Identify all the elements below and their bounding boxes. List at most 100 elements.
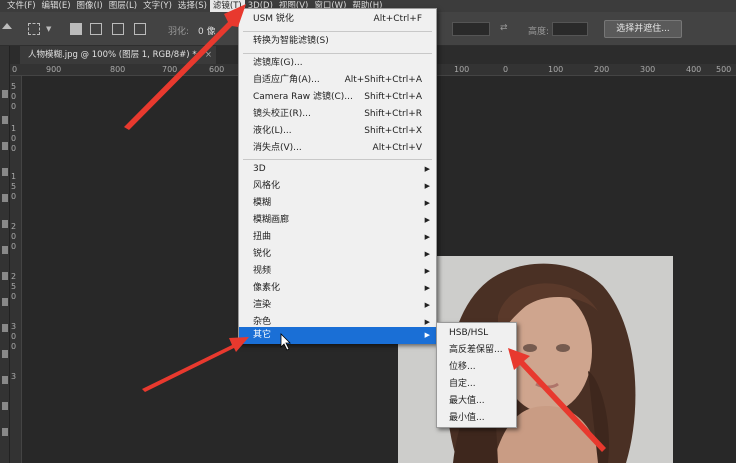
menu-item-sharpen[interactable]: 锐化 ▶ [239, 246, 436, 263]
menu-type[interactable]: 文字(Y) [140, 0, 175, 12]
ruler-tick: 3 [11, 372, 17, 381]
menu-item-label: 转换为智能滤镜(S) [253, 36, 329, 46]
menu-item-vanishing-point[interactable]: 消失点(V)... Alt+Ctrl+V [239, 140, 436, 157]
document-tab-title: 人物模糊.jpg @ 100% (图层 1, RGB/8#) * [28, 50, 197, 60]
menu-separator [243, 31, 432, 32]
chevron-down-icon[interactable]: ▼ [46, 25, 51, 33]
height-field[interactable] [552, 22, 588, 36]
ruler-tick: 0 [11, 292, 17, 301]
menu-edit[interactable]: 编辑(E) [39, 0, 74, 12]
menu-item-pixelate[interactable]: 像素化 ▶ [239, 280, 436, 297]
ruler-tick: 0 [11, 134, 17, 143]
submenu-item-maximum[interactable]: 最大值... [437, 393, 516, 410]
eraser-tool-icon[interactable] [2, 350, 8, 358]
menu-item-distort[interactable]: 扭曲 ▶ [239, 229, 436, 246]
subtract-selection-icon[interactable] [112, 23, 124, 35]
ruler-tick: 900 [46, 65, 62, 74]
submenu-arrow-icon: ▶ [424, 199, 430, 207]
vertical-ruler[interactable]: 5 0 0 1 0 0 1 5 0 2 0 0 2 5 0 3 0 0 3 [10, 76, 22, 463]
add-selection-icon[interactable] [90, 23, 102, 35]
ruler-tick: 300 [640, 65, 656, 74]
menu-item-filter-gallery[interactable]: 滤镜库(G)... [239, 55, 436, 72]
ruler-tick: 0 [11, 342, 17, 351]
menu-item-label: 风格化 [253, 181, 281, 191]
submenu-item-hsb-hsl[interactable]: HSB/HSL [437, 325, 516, 342]
dodge-tool-icon[interactable] [2, 428, 8, 436]
submenu-item-minimum[interactable]: 最小值... [437, 410, 516, 427]
menu-item-adaptive-wide-angle[interactable]: 自适应广角(A)... Alt+Shift+Ctrl+A [239, 72, 436, 89]
menu-select[interactable]: 选择(S) [175, 0, 210, 12]
healing-tool-icon[interactable] [2, 246, 8, 254]
menu-item-blur-gallery[interactable]: 模糊画廊 ▶ [239, 212, 436, 229]
menu-item-label: 渲染 [253, 300, 272, 310]
close-icon[interactable]: × [205, 46, 212, 64]
menu-item-shortcut: Shift+Ctrl+A [364, 92, 422, 102]
ruler-tick: 2 [11, 222, 17, 231]
menu-item-usm-sharpen[interactable]: USM 锐化 Alt+Ctrl+F [239, 11, 436, 28]
brush-tool-icon[interactable] [2, 272, 8, 280]
menu-item-label: 扭曲 [253, 232, 272, 242]
ruler-tick: 700 [162, 65, 178, 74]
crop-tool-icon[interactable] [2, 194, 8, 202]
menu-item-shortcut: Alt+Ctrl+V [372, 143, 422, 153]
move-tool-icon[interactable] [2, 90, 8, 98]
history-brush-tool-icon[interactable] [2, 324, 8, 332]
gradient-tool-icon[interactable] [2, 376, 8, 384]
width-field[interactable] [452, 22, 490, 36]
menu-item-lens-correction[interactable]: 镜头校正(R)... Shift+Ctrl+R [239, 106, 436, 123]
ruler-tick: 0 [11, 192, 17, 201]
menu-image[interactable]: 图像(I) [74, 0, 106, 12]
marquee-tool-icon[interactable] [28, 23, 40, 35]
menu-item-blur[interactable]: 模糊 ▶ [239, 195, 436, 212]
intersect-selection-icon[interactable] [134, 23, 146, 35]
select-and-mask-button[interactable]: 选择并遮住... [604, 20, 682, 38]
menu-item-label: 消失点(V)... [253, 143, 302, 153]
menu-item-shortcut: Shift+Ctrl+X [364, 126, 422, 136]
ruler-tick: 200 [594, 65, 610, 74]
menu-item-label: 其它 [253, 330, 272, 340]
menu-item-label: 像素化 [253, 283, 281, 293]
ruler-tick: 0 [11, 232, 17, 241]
menu-item-liquify[interactable]: 液化(L)... Shift+Ctrl+X [239, 123, 436, 140]
ruler-tick: 0 [503, 65, 509, 74]
menu-item-render[interactable]: 渲染 ▶ [239, 297, 436, 314]
submenu-item-custom[interactable]: 自定... [437, 376, 516, 393]
ruler-tick: 0 [11, 92, 17, 101]
feather-field[interactable]: 0 像 [198, 24, 216, 37]
ruler-tick: 0 [12, 65, 18, 74]
menu-item-camera-raw[interactable]: Camera Raw 滤镜(C)... Shift+Ctrl+A [239, 89, 436, 106]
menu-item-label: 滤镜库(G)... [253, 58, 303, 68]
new-selection-icon[interactable] [70, 23, 82, 35]
lasso-tool-icon[interactable] [2, 142, 8, 150]
menu-item-shortcut: Alt+Ctrl+F [373, 14, 422, 24]
document-tab[interactable]: 人物模糊.jpg @ 100% (图层 1, RGB/8#) * × [20, 46, 216, 64]
submenu-arrow-icon: ▶ [424, 250, 430, 258]
menu-item-convert-smart-filters[interactable]: 转换为智能滤镜(S) [239, 33, 436, 50]
menu-item-label: 模糊 [253, 198, 272, 208]
submenu-arrow-icon: ▶ [424, 331, 430, 339]
menu-item-shortcut: Shift+Ctrl+R [364, 109, 422, 119]
menu-item-label: USM 锐化 [253, 14, 294, 24]
stamp-tool-icon[interactable] [2, 298, 8, 306]
ruler-tick: 1 [11, 124, 17, 133]
menu-layer[interactable]: 图层(L) [106, 0, 140, 12]
blur-tool-icon[interactable] [2, 402, 8, 410]
menu-file[interactable]: 文件(F) [4, 0, 39, 12]
menu-item-label: 镜头校正(R)... [253, 109, 311, 119]
height-label: 高度: [528, 27, 550, 37]
menu-item-3d[interactable]: 3D ▶ [239, 161, 436, 178]
menu-item-other[interactable]: 其它 ▶ [239, 327, 436, 344]
swap-icon[interactable]: ⇄ [500, 23, 508, 33]
quick-select-tool-icon[interactable] [2, 168, 8, 176]
ruler-tick: 0 [11, 144, 17, 153]
eyedropper-tool-icon[interactable] [2, 220, 8, 228]
marquee-tool-icon[interactable] [2, 116, 8, 124]
submenu-item-high-pass[interactable]: 高反差保留... [437, 342, 516, 359]
ruler-tick: 3 [11, 322, 17, 331]
menu-item-stylize[interactable]: 风格化 ▶ [239, 178, 436, 195]
ruler-tick: 5 [11, 282, 17, 291]
submenu-item-offset[interactable]: 位移... [437, 359, 516, 376]
home-icon[interactable] [2, 23, 12, 29]
menu-item-label: 锐化 [253, 249, 272, 259]
menu-item-video[interactable]: 视频 ▶ [239, 263, 436, 280]
